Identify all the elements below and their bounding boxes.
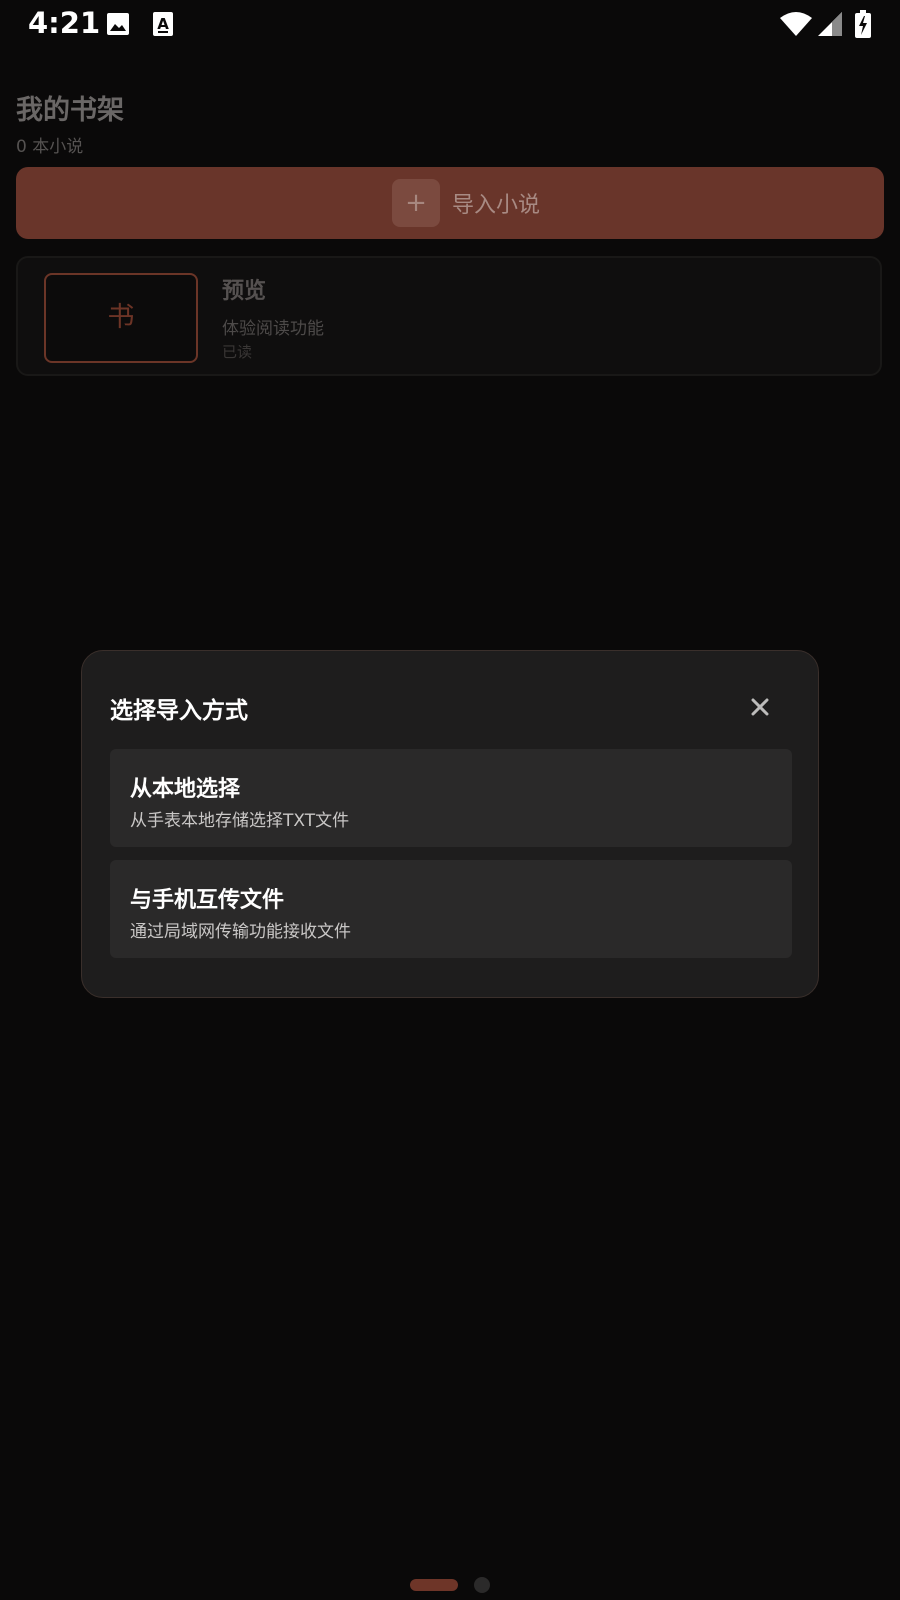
import-method-dialog: 选择导入方式 从本地选择 从手表本地存储选择TXT文件 与手机互传文件 通过局域…	[81, 650, 819, 998]
plus-icon: +	[392, 179, 440, 227]
page-title: 我的书架	[16, 95, 124, 126]
svg-text:A: A	[157, 15, 169, 33]
book-description: 体验阅读功能	[222, 319, 324, 339]
dialog-title: 选择导入方式	[110, 698, 248, 724]
option-description: 通过局域网传输功能接收文件	[130, 922, 351, 942]
option-title: 从本地选择	[130, 777, 241, 802]
book-card[interactable]: 书 预览 体验阅读功能 已读	[16, 256, 882, 376]
book-status: 已读	[222, 343, 253, 361]
a-text-icon: A	[153, 12, 173, 40]
option-title: 与手机互传文件	[130, 888, 285, 913]
option-description: 从手表本地存储选择TXT文件	[130, 811, 350, 831]
option-local-select[interactable]: 从本地选择 从手表本地存储选择TXT文件	[110, 749, 792, 847]
close-icon[interactable]	[748, 695, 772, 719]
novel-count: 0 本小说	[16, 137, 84, 157]
book-title: 预览	[222, 279, 267, 304]
option-phone-transfer[interactable]: 与手机互传文件 通过局域网传输功能接收文件	[110, 860, 792, 958]
import-novel-button[interactable]: + 导入小说	[16, 167, 884, 239]
status-bar: 4:21 A	[0, 0, 900, 50]
battery-charging-icon	[855, 10, 871, 42]
cellular-signal-icon	[818, 12, 842, 40]
status-time: 4:21	[28, 6, 101, 40]
page-indicator-dot[interactable]	[474, 1577, 490, 1593]
wifi-icon	[780, 12, 812, 40]
page-indicator-active	[410, 1579, 458, 1591]
book-cover: 书	[44, 273, 198, 363]
import-novel-label: 导入小说	[452, 193, 541, 218]
image-icon	[106, 12, 130, 40]
